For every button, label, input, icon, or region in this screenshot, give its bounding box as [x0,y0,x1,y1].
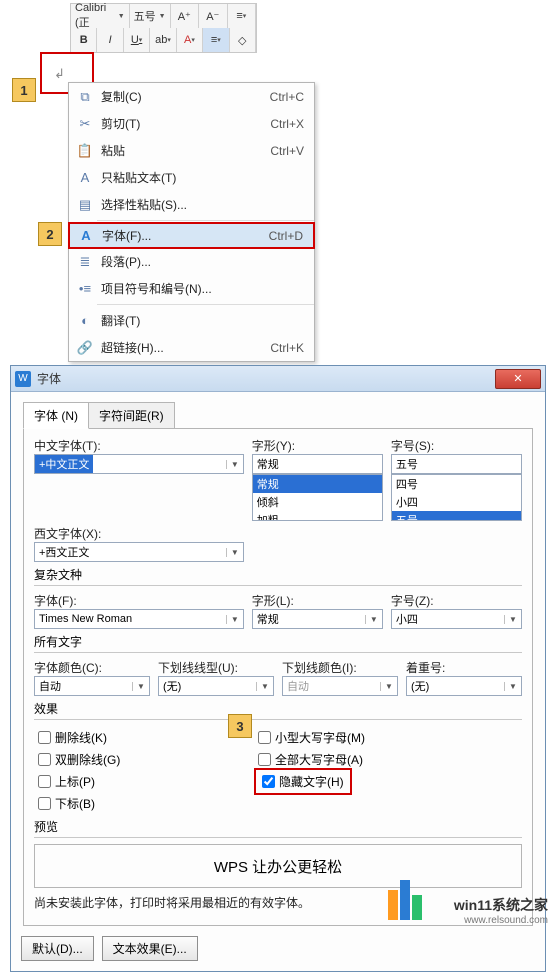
callout-3: 3 [228,714,252,738]
menu-paragraph[interactable]: ≣ 段落(P)... [69,248,314,275]
translate-icon: ◐ [75,313,95,328]
italic-button[interactable]: I [97,28,123,52]
decrease-font-button[interactable]: A⁻ [199,4,228,28]
callout-2: 2 [38,222,62,246]
group-complex: 复杂文种 [34,566,522,583]
menu-copy[interactable]: ⧉ 复制(C) Ctrl+C [69,83,314,110]
formatting-toolbar: Calibri (正 ▼ 五号 ▼ A⁺ A⁻ ≡▾ B I U▾ ab▾ A▾… [70,3,257,53]
font-size-value: 五号 [134,8,156,24]
cx-size-combo[interactable]: 小四▼ [391,609,522,629]
font-dialog: W 字体 ✕ 字体 (N) 字符间距(R) 中文字体(T): 字形(Y): 字号… [10,365,546,972]
font-icon: A [76,228,96,243]
style-input[interactable]: 常规 [252,454,383,474]
label-cn-font: 中文字体(T): [34,437,244,454]
chk-dstrike[interactable]: 双删除线(G) [34,748,254,770]
cx-font-combo[interactable]: Times New Roman▼ [34,609,244,629]
app-icon: W [15,371,31,387]
cn-font-combo[interactable]: +中文正文 ▼ [34,454,244,474]
underline-style-combo[interactable]: (无)▼ [158,676,274,696]
font-name-combo[interactable]: Calibri (正 ▼ [71,4,130,28]
label-style: 字形(Y): [252,437,383,454]
group-effects: 效果 [34,700,522,717]
menu-hyperlink[interactable]: 🔗 超链接(H)... Ctrl+K [69,334,314,361]
menu-font[interactable]: A 字体(F)... Ctrl+D [68,222,315,249]
eraser-button[interactable]: ◇ [230,28,256,52]
link-icon: 🔗 [75,340,95,356]
paste-icon: 📋 [75,143,95,159]
size-input[interactable]: 五号 [391,454,522,474]
underline-color-combo: 自动▼ [282,676,398,696]
preview-box: WPS 让办公更轻松 [34,844,522,888]
chk-sup[interactable]: 上标(P) [34,770,254,792]
callout-1: 1 [12,78,36,102]
menu-separator [97,220,314,221]
paragraph-mark-icon: ↲ [54,66,65,82]
chevron-down-icon: ▼ [118,13,125,20]
chevron-down-icon: ▼ [226,548,243,557]
chk-smallcaps[interactable]: 小型大写字母(M) [254,726,474,748]
paste-special-icon: ▤ [75,197,95,213]
watermark-logo [388,880,424,920]
menu-cut[interactable]: ✂ 剪切(T) Ctrl+X [69,110,314,137]
emphasis-combo[interactable]: (无)▼ [406,676,522,696]
copy-icon: ⧉ [75,89,95,105]
cut-icon: ✂ [75,116,95,132]
label-size: 字号(S): [391,437,522,454]
highlight-box-3: 隐藏文字(H) [254,768,352,795]
chk-sub[interactable]: 下标(B) [34,792,254,814]
context-menu: ⧉ 复制(C) Ctrl+C ✂ 剪切(T) Ctrl+X 📋 粘贴 Ctrl+… [68,82,315,362]
dialog-titlebar[interactable]: W 字体 ✕ [11,366,545,392]
chk-strike[interactable]: 删除线(K) [34,726,254,748]
highlight-button[interactable]: ab▾ [150,28,176,52]
align-button[interactable]: ≡▾ [203,28,229,52]
menu-bullets[interactable]: •≡ 项目符号和编号(N)... [69,275,314,302]
dialog-title: 字体 [37,370,61,387]
tab-font[interactable]: 字体 (N) [23,402,89,429]
line-spacing-button[interactable]: ≡▾ [228,4,257,28]
bullets-icon: •≡ [75,281,95,296]
west-font-combo[interactable]: +西文正文 ▼ [34,542,244,562]
chevron-down-icon: ▼ [159,13,166,20]
default-button[interactable]: 默认(D)... [21,936,94,961]
increase-font-button[interactable]: A⁺ [171,4,200,28]
label-west-font: 西文字体(X): [34,525,244,542]
paste-text-icon: A [75,170,95,185]
font-color-combo[interactable]: 自动▼ [34,676,150,696]
style-listbox[interactable]: 常规 倾斜 加粗 [252,474,383,521]
cx-style-combo[interactable]: 常规▼ [252,609,383,629]
close-button[interactable]: ✕ [495,369,541,389]
chevron-down-icon: ▼ [226,460,243,469]
group-all-text: 所有文字 [34,633,522,650]
tab-char-spacing[interactable]: 字符间距(R) [88,402,175,429]
menu-translate[interactable]: ◐ 翻译(T) [69,307,314,334]
text-effects-button[interactable]: 文本效果(E)... [102,936,198,961]
menu-separator [97,304,314,305]
chk-hidden[interactable] [262,775,275,788]
size-listbox[interactable]: 四号 小四 五号 [391,474,522,521]
bold-button[interactable]: B [71,28,97,52]
underline-button[interactable]: U▾ [124,28,150,52]
font-name-value: Calibri (正 [75,2,118,30]
font-color-button[interactable]: A▾ [177,28,203,52]
menu-paste-special[interactable]: ▤ 选择性粘贴(S)... [69,191,314,218]
preview-note: 尚未安装此字体，打印时将采用最相近的有效字体。 [34,894,522,911]
font-size-combo[interactable]: 五号 ▼ [130,4,171,28]
paragraph-icon: ≣ [75,254,95,270]
group-preview: 预览 [34,818,522,835]
menu-paste-text[interactable]: A 只粘贴文本(T) [69,164,314,191]
watermark-text: win11系统之家 www.relsound.com [454,895,548,926]
menu-paste[interactable]: 📋 粘贴 Ctrl+V [69,137,314,164]
